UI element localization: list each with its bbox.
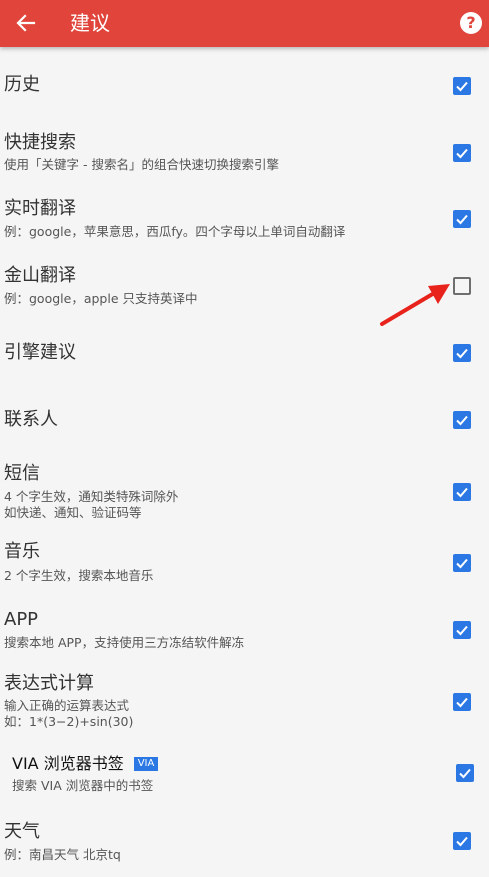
setting-title: 实时翻译: [4, 198, 76, 219]
setting-subtitle: 2 个字生效，搜索本地音乐: [4, 568, 154, 583]
setting-subtitle: 搜索本地 APP，支持使用三方冻结软件解冻: [4, 635, 245, 650]
setting-title: 音乐: [4, 541, 40, 562]
check-icon: [456, 148, 468, 159]
setting-subtitle: 4 个字生效，通知类特殊词除外 如快递、通知、验证码等: [4, 489, 179, 520]
setting-title: 表达式计算: [4, 673, 94, 694]
via-badge: VIA: [133, 757, 159, 771]
setting-title: 联系人: [4, 409, 58, 430]
setting-subtitle: 例：google，苹果意思，西瓜fy。四个字母以上单词自动翻译: [4, 224, 346, 239]
back-button[interactable]: [8, 5, 44, 41]
checkbox-weather[interactable]: [453, 832, 471, 850]
check-icon: [459, 768, 471, 779]
checkbox-realtime-translate[interactable]: [453, 210, 471, 228]
setting-contacts[interactable]: 联系人: [0, 393, 489, 460]
setting-subtitle: 使用「关键字 - 搜索名」的组合快速切换搜索引擎: [4, 157, 279, 172]
checkbox-history[interactable]: [453, 77, 471, 95]
setting-app[interactable]: APP 搜索本地 APP，支持使用三方冻结软件解冻: [0, 603, 489, 670]
check-icon: [456, 558, 468, 569]
setting-subtitle: 例：南昌天气 北京tq: [4, 847, 121, 862]
check-icon: [456, 214, 468, 225]
help-icon[interactable]: ?: [460, 12, 482, 34]
check-icon: [456, 415, 468, 426]
check-icon: [456, 836, 468, 847]
checkbox-kingsoft-translate[interactable]: [453, 277, 471, 295]
setting-via-bookmarks[interactable]: VIA 浏览器书签 VIA 搜索 VIA 浏览器中的书签: [0, 747, 489, 817]
check-icon: [456, 697, 468, 708]
checkbox-app[interactable]: [453, 621, 471, 639]
check-icon: [456, 81, 468, 92]
setting-title: 引擎建议: [4, 342, 76, 363]
setting-title: 历史: [4, 74, 40, 95]
red-arrow-annotation: [380, 284, 450, 326]
setting-subtitle: 搜索 VIA 浏览器中的书签: [12, 778, 154, 793]
app-bar: 建议 ?: [0, 0, 489, 47]
setting-history[interactable]: 历史: [0, 47, 489, 127]
checkbox-sms[interactable]: [453, 483, 471, 501]
setting-title: APP: [4, 609, 39, 630]
setting-realtime-translate[interactable]: 实时翻译 例：google，苹果意思，西瓜fy。四个字母以上单词自动翻译: [0, 193, 489, 259]
setting-engine-suggestions[interactable]: 引擎建议: [0, 326, 489, 393]
setting-weather[interactable]: 天气 例：南昌天气 北京tq: [0, 817, 489, 877]
setting-sms[interactable]: 短信 4 个字生效，通知类特殊词除外 如快递、通知、验证码等: [0, 460, 489, 537]
checkbox-via-bookmarks[interactable]: [456, 764, 474, 782]
setting-subtitle: 例：google，apple 只支持英译中: [4, 291, 198, 306]
check-icon: [456, 348, 468, 359]
checkbox-quick-search[interactable]: [453, 144, 471, 162]
checkbox-expression-calc[interactable]: [453, 693, 471, 711]
checkbox-music[interactable]: [453, 554, 471, 572]
check-icon: [456, 625, 468, 636]
page-title: 建议: [70, 11, 110, 35]
setting-quick-search[interactable]: 快捷搜索 使用「关键字 - 搜索名」的组合快速切换搜索引擎: [0, 127, 489, 193]
check-icon: [456, 487, 468, 498]
setting-title: 金山翻译: [4, 265, 76, 286]
setting-title: 短信: [4, 463, 40, 484]
setting-title: 快捷搜索: [4, 132, 76, 153]
setting-subtitle: 输入正确的运算表达式 如：1*(3−2)+sin(30): [4, 698, 134, 729]
setting-music[interactable]: 音乐 2 个字生效，搜索本地音乐: [0, 537, 489, 603]
setting-title-text: VIA 浏览器书签: [12, 754, 124, 773]
checkbox-engine-suggestions[interactable]: [453, 344, 471, 362]
setting-title: VIA 浏览器书签 VIA: [12, 753, 159, 775]
setting-expression-calc[interactable]: 表达式计算 输入正确的运算表达式 如：1*(3−2)+sin(30): [0, 670, 489, 747]
back-arrow-icon: [16, 14, 36, 32]
setting-title: 天气: [4, 821, 40, 842]
checkbox-contacts[interactable]: [453, 411, 471, 429]
